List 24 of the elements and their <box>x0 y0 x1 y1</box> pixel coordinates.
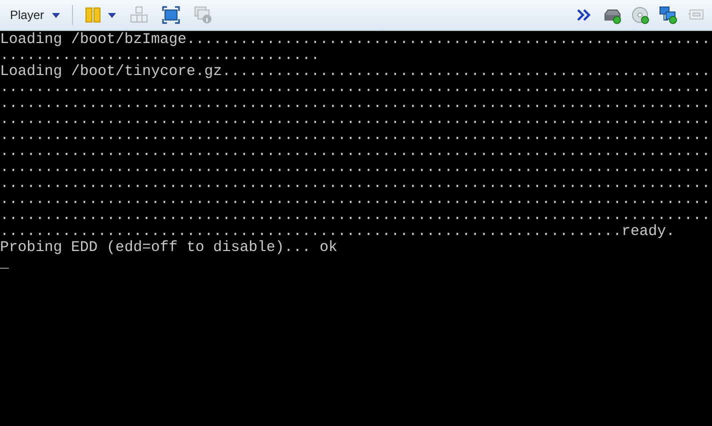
console-line: ................................................................................ <box>0 192 710 208</box>
console-line: Loading /boot/tinycore.gz....................................................... <box>0 64 710 80</box>
console-line: ................................................................................ <box>0 80 710 96</box>
console-line: ................................................................................ <box>0 160 710 176</box>
caret-icon <box>108 12 116 18</box>
console-line: ................................................................................ <box>0 128 710 144</box>
console-line: _ <box>0 256 9 272</box>
keyboard-keys-icon <box>130 6 148 24</box>
console-line: ................................................................................ <box>0 144 710 160</box>
player-menu[interactable]: Player <box>6 4 64 26</box>
cd-icon <box>631 6 649 24</box>
fullscreen-icon <box>162 6 180 24</box>
network-icon <box>659 6 677 24</box>
console-line: Probing EDD (edd=off to disable)... ok <box>0 240 338 256</box>
console-line: .................................... <box>0 48 320 64</box>
console-line: ................................................................................ <box>0 208 710 224</box>
pause-icon <box>84 6 102 24</box>
windows-info-icon <box>194 6 212 24</box>
console-line: ................................................................................ <box>0 96 710 112</box>
caret-icon <box>52 12 60 18</box>
console-line: ................................................................................ <box>0 176 710 192</box>
console-line: Loading /boot/bzImage........................................................... <box>0 32 710 48</box>
console-line: ......................................................................ready. <box>0 224 675 240</box>
console-line: ................................................................................ <box>0 112 710 128</box>
